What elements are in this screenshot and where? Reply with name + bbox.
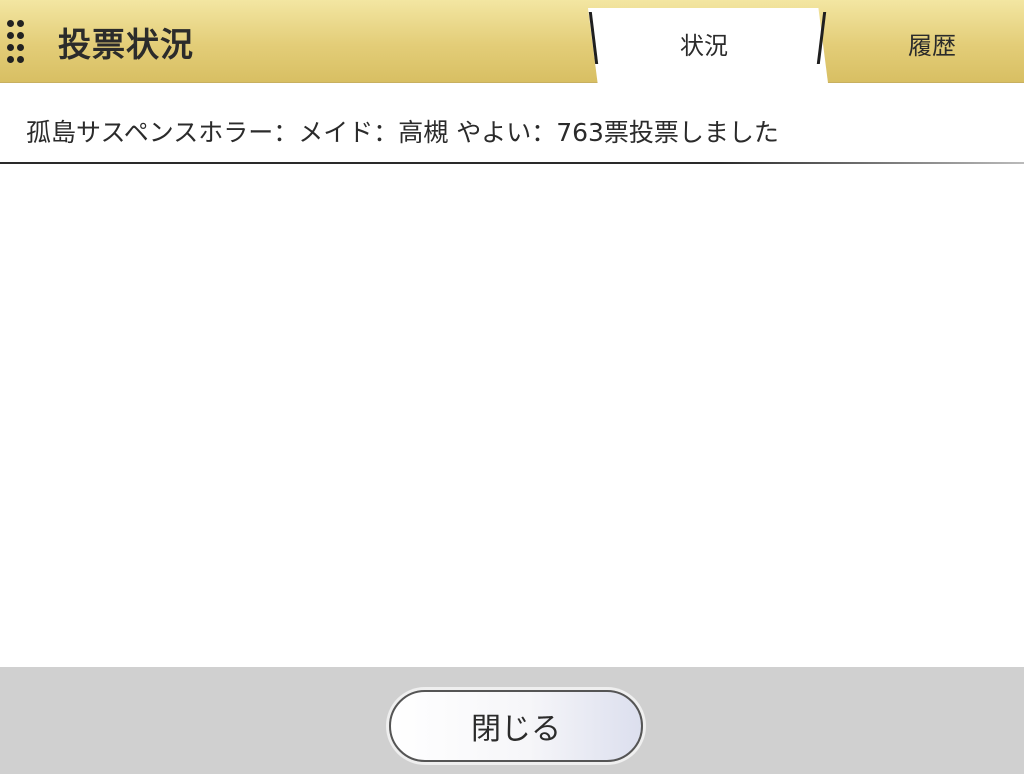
close-button[interactable]: 閉じる	[389, 690, 643, 762]
content-area	[0, 164, 1024, 667]
vote-status-message: 孤島サスペンスホラー：メイド：高槻 やよい：763票投票しました	[26, 118, 779, 147]
page-title: 投票状況	[58, 25, 194, 64]
grip-dots-icon[interactable]	[7, 20, 27, 64]
tab-status-label[interactable]: 状況	[680, 26, 728, 61]
vote-status-window: 投票状況 状況 履歴 孤島サスペンスホラー：メイド：高槻 やよい：763票投票し…	[0, 0, 1024, 774]
tab-history[interactable]: 履歴	[908, 26, 956, 61]
status-row: 孤島サスペンスホラー：メイド：高槻 やよい：763票投票しました	[0, 83, 1024, 163]
header-bar: 投票状況 状況 履歴	[0, 0, 1024, 83]
footer-bar: 閉じる	[0, 667, 1024, 774]
